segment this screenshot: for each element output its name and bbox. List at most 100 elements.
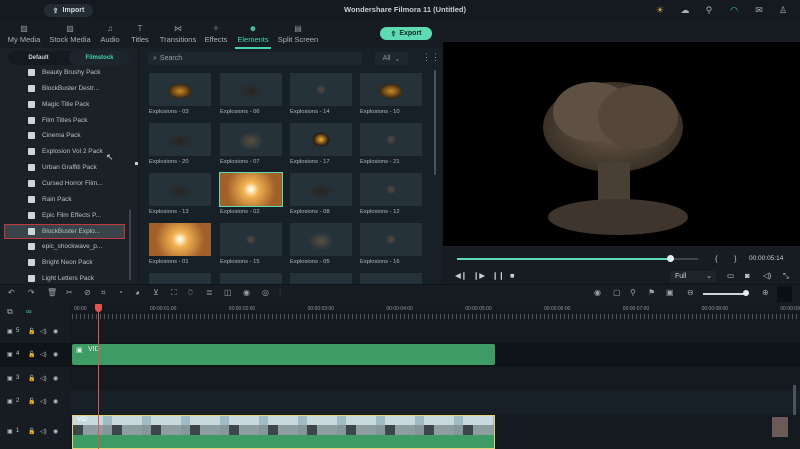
- tab-effects[interactable]: ✧ Effects: [202, 23, 230, 44]
- element-thumbnail[interactable]: [290, 223, 352, 256]
- browser-scrollbar[interactable]: [434, 70, 436, 175]
- mute-icon[interactable]: ◁): [40, 428, 47, 435]
- quality-dropdown[interactable]: Full ⌄: [670, 271, 716, 282]
- redo-icon[interactable]: ↷: [28, 288, 35, 297]
- pack-item[interactable]: Rain Pack: [28, 193, 132, 206]
- element-thumbnail[interactable]: [360, 123, 422, 156]
- playback-progress[interactable]: [457, 258, 671, 260]
- segment-filmstock[interactable]: Filmstock: [69, 51, 130, 65]
- element-thumbnail[interactable]: [149, 273, 211, 284]
- pack-item[interactable]: Explosion Vol 2 Pack: [28, 145, 132, 158]
- link-icon[interactable]: ∞: [26, 307, 32, 316]
- display-icon[interactable]: ▭: [727, 271, 734, 280]
- element-thumbnail[interactable]: [360, 73, 422, 106]
- timeline-zoom-knob[interactable]: [743, 290, 749, 296]
- pack-item[interactable]: Urban Graffiti Pack: [28, 161, 132, 174]
- search-input[interactable]: ⌕ Search: [148, 52, 362, 65]
- tab-transitions[interactable]: ⋈ Transitions: [158, 23, 198, 44]
- mute-icon[interactable]: ◁): [40, 328, 47, 335]
- element-thumbnail[interactable]: [290, 173, 352, 206]
- mark-out-icon[interactable]: }: [734, 254, 737, 263]
- snapshot-icon[interactable]: ◙: [745, 271, 750, 280]
- zoom-out-icon[interactable]: ⊖: [687, 288, 694, 297]
- pack-item[interactable]: epic_shockwave_p...: [28, 240, 132, 253]
- stop-icon[interactable]: ■: [510, 271, 515, 280]
- delete-icon[interactable]: 🗑: [47, 288, 57, 297]
- element-thumbnail[interactable]: [220, 123, 282, 156]
- audio-icon[interactable]: ◁): [763, 271, 771, 280]
- audio-wave-icon[interactable]: ⫶: [279, 288, 281, 298]
- shield-icon[interactable]: ▢: [613, 288, 621, 297]
- mark-in-icon[interactable]: {: [715, 254, 718, 263]
- pack-item[interactable]: Film Titles Pack: [28, 114, 132, 127]
- element-thumbnail[interactable]: [149, 123, 211, 156]
- mute-icon[interactable]: ◁): [40, 398, 47, 405]
- element-thumbnail[interactable]: [360, 273, 422, 284]
- motion-icon[interactable]: ◎: [262, 288, 269, 297]
- element-thumbnail[interactable]: [149, 223, 211, 256]
- marker-icon[interactable]: ⚑: [648, 288, 655, 297]
- video-clip-track-4[interactable]: ▣ VID: [72, 344, 495, 365]
- mask-icon[interactable]: ⊻: [153, 288, 159, 297]
- timeline-zoom-slider[interactable]: [703, 293, 747, 295]
- element-thumbnail[interactable]: [220, 73, 282, 106]
- segment-default[interactable]: Default: [8, 51, 69, 65]
- element-thumbnail[interactable]: [220, 223, 282, 256]
- eye-icon[interactable]: ◉: [53, 428, 58, 435]
- user-upload-icon[interactable]: ⚲: [704, 5, 714, 15]
- element-thumbnail[interactable]: [290, 123, 352, 156]
- timeline-scrollbar[interactable]: [793, 385, 796, 415]
- tab-audio[interactable]: ♫ Audio: [98, 23, 122, 44]
- lock-icon[interactable]: 🔓: [28, 351, 35, 358]
- element-thumbnail[interactable]: [360, 223, 422, 256]
- pack-item[interactable]: BlockBuster Destr...: [28, 82, 132, 95]
- mail-icon[interactable]: ✉: [754, 5, 764, 15]
- pack-item[interactable]: Beauty Brushy Pack: [28, 66, 132, 79]
- playback-progress-remaining[interactable]: [671, 258, 698, 260]
- eye-icon[interactable]: ◉: [53, 328, 58, 335]
- cloud-icon[interactable]: ☁: [680, 5, 690, 15]
- green-screen-icon[interactable]: ◉: [243, 288, 250, 297]
- keyframe-icon[interactable]: ◫: [224, 288, 232, 297]
- tab-elements[interactable]: ☻ Elements: [235, 23, 271, 49]
- filter-dropdown[interactable]: All ⌄: [375, 52, 408, 65]
- pack-item[interactable]: Cinema Pack: [28, 129, 132, 142]
- library-toggle[interactable]: Default Filmstock: [8, 51, 130, 65]
- headset-icon[interactable]: ◠: [729, 5, 739, 15]
- pause-icon[interactable]: ❙❙: [492, 271, 505, 280]
- pack-item[interactable]: Epic Film Effects P...: [28, 209, 132, 222]
- panel-collapse-handle[interactable]: [135, 162, 138, 165]
- element-thumbnail[interactable]: [290, 73, 352, 106]
- pack-item[interactable]: Light Letters Pack: [28, 272, 132, 285]
- fullscreen-icon[interactable]: ⤡: [783, 271, 789, 281]
- render-icon[interactable]: ◉: [594, 288, 601, 297]
- eye-icon[interactable]: ◉: [53, 375, 58, 382]
- account-icon[interactable]: ♙: [778, 5, 788, 15]
- tab-my-media[interactable]: ▨ My Media: [5, 23, 43, 44]
- element-thumbnail[interactable]: [149, 173, 211, 206]
- element-thumbnail[interactable]: [220, 273, 282, 284]
- bulb-icon[interactable]: ☀: [655, 5, 665, 15]
- step-back-icon[interactable]: ◀❙: [455, 271, 467, 280]
- speed-icon[interactable]: ◔: [118, 288, 123, 297]
- step-forward-icon[interactable]: ❙▶: [473, 271, 485, 280]
- undo-icon[interactable]: ↶: [8, 288, 15, 297]
- fit-icon[interactable]: ⛶: [171, 288, 177, 298]
- ai-icon[interactable]: ⍥: [188, 288, 193, 298]
- tab-titles[interactable]: T Titles: [128, 23, 152, 44]
- eye-icon[interactable]: ◉: [53, 398, 58, 405]
- tab-stock-media[interactable]: ▨ Stock Media: [46, 23, 94, 44]
- pack-item[interactable]: Bright Neon Pack: [28, 256, 132, 269]
- lock-icon[interactable]: 🔓: [28, 398, 35, 405]
- zoom-in-icon[interactable]: ⊕: [762, 288, 769, 297]
- audio-mix-icon[interactable]: ≣: [206, 288, 213, 297]
- add-track-icon[interactable]: ⧉: [7, 307, 13, 317]
- element-thumbnail[interactable]: [360, 173, 422, 206]
- playhead-handle[interactable]: [95, 304, 102, 312]
- tag-icon[interactable]: ⊘: [84, 288, 91, 297]
- cut-icon[interactable]: ✂: [66, 288, 73, 297]
- pack-item[interactable]: BlockBuster Explo...: [4, 223, 125, 239]
- mute-icon[interactable]: ◁): [40, 375, 47, 382]
- tab-split-screen[interactable]: ▤ Split Screen: [276, 23, 320, 44]
- element-thumbnail[interactable]: [219, 172, 283, 207]
